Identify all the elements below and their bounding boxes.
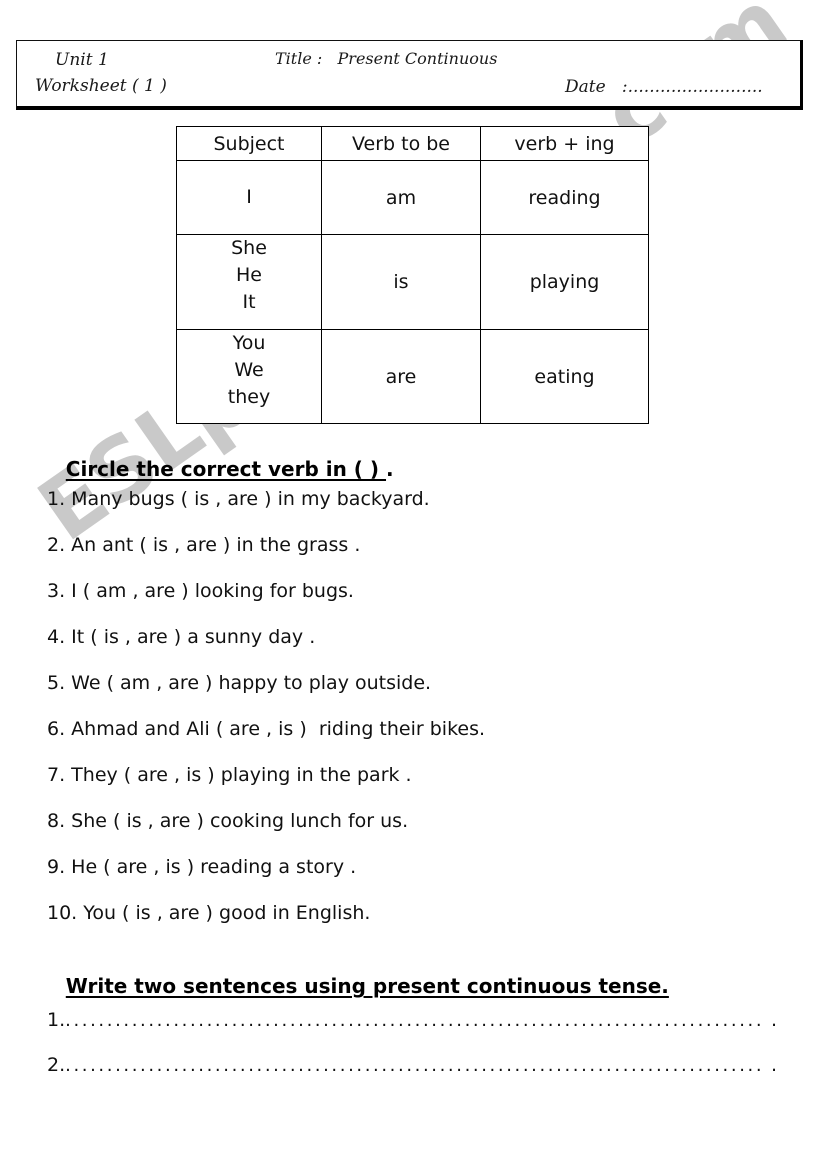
unit-label: Unit 1 [55,50,109,70]
verb-ing-cell: playing [480,234,649,330]
list-item: 2. An ant ( is , are ) in the grass . [47,534,361,556]
worksheet-title: Title : Present Continuous [275,49,498,68]
worksheet-label: Worksheet ( 1 ) [35,76,167,96]
answer-line[interactable]: 1. .....................................… [47,1009,777,1054]
subject-cell: I [176,160,322,235]
subject-item: You [232,332,266,354]
question-list: 1. Many bugs ( is , are ) in my backyard… [47,486,747,946]
table-row: You We they are eating [176,329,649,424]
verb-to-be-cell: are [321,329,481,424]
subject-cell: She He It [176,234,322,330]
subject-item: We [234,358,264,381]
subject-item: She [231,237,267,259]
subject-item: It [242,290,256,313]
verb-ing-cell: eating [480,329,649,424]
table-header-row: Subject Verb to be verb + ing [176,126,649,161]
column-header-subject: Subject [176,126,322,161]
answer-line[interactable]: 2. .....................................… [47,1054,777,1099]
exercise-1-heading-underlined: Circle the correct verb in ( ) [65,457,387,481]
verb-to-be-cell: is [321,234,481,330]
date-field: Date :......................... [565,77,763,97]
table-row: She He It is playing [176,234,649,330]
subject-item: He [236,263,262,286]
answer-dotted-rule: ........................................… [65,1055,762,1076]
list-item: 10. You ( is , are ) good in English. [47,902,371,924]
table-row: I am reading [176,160,649,235]
verb-to-be-cell: am [321,160,481,235]
exercise-2-heading-text: Write two sentences using present contin… [65,974,669,998]
list-item: 3. I ( am , are ) looking for bugs. [47,580,354,602]
list-item: 4. It ( is , are ) a sunny day . [47,626,316,648]
list-item: 1. Many bugs ( is , are ) in my backyard… [47,488,430,510]
answer-number: 1. [47,1009,66,1031]
exercise-1-heading-period: . [386,457,394,481]
answer-end-period: . [770,1009,777,1031]
answer-lines: 1. .....................................… [47,1009,777,1099]
list-item: 5. We ( am , are ) happy to play outside… [47,672,432,694]
worksheet-header-box: Unit 1 Worksheet ( 1 ) Title : Present C… [16,40,803,110]
list-item: 8. She ( is , are ) cooking lunch for us… [47,810,409,832]
worksheet-page: ESLprintables.com Unit 1 Worksheet ( 1 )… [0,0,821,1169]
list-item: 6. Ahmad and Ali ( are , is ) riding the… [47,718,486,740]
subject-item: they [227,385,271,408]
list-item: 7. They ( are , is ) playing in the park… [47,764,412,786]
subject-cell: You We they [176,329,322,424]
list-item: 9. He ( are , is ) reading a story . [47,856,357,878]
conjugation-table: Subject Verb to be verb + ing I am readi… [176,126,649,424]
answer-end-period: . [770,1054,777,1076]
column-header-verb-to-be: Verb to be [321,126,481,161]
column-header-verb-ing: verb + ing [480,126,649,161]
verb-ing-cell: reading [480,160,649,235]
answer-number: 2. [47,1054,66,1076]
subject-item: I [246,186,252,209]
answer-dotted-rule: ........................................… [65,1010,762,1031]
